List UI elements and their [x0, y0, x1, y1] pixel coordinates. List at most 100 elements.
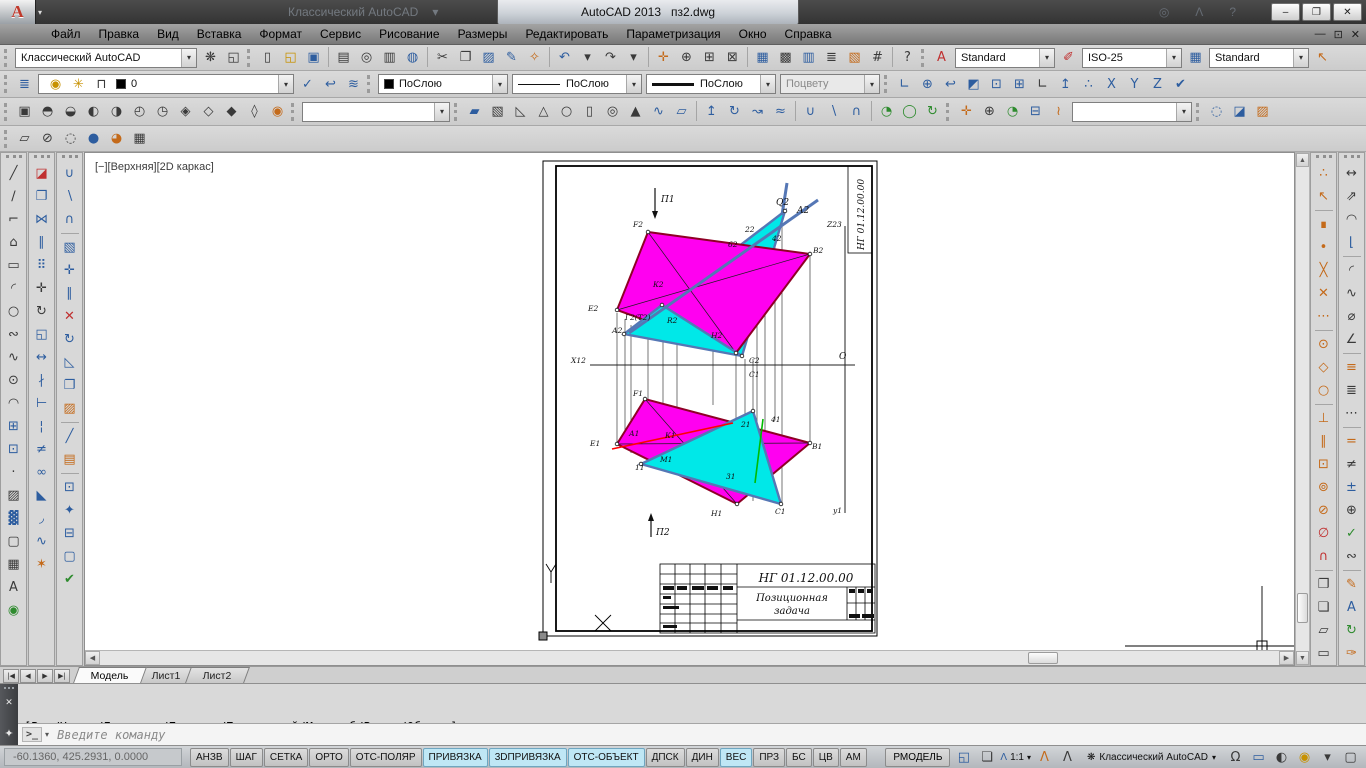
- clean-button[interactable]: ✦: [59, 499, 81, 522]
- dim-ordinate-button[interactable]: ⌊: [1341, 231, 1363, 254]
- toggle-ves[interactable]: ВЕС: [719, 747, 753, 767]
- designcenter-button[interactable]: ▩: [774, 47, 797, 69]
- intersect-button[interactable]: ∩: [845, 101, 868, 123]
- multileader-style-button[interactable]: ↖: [1311, 47, 1334, 69]
- toggle-3dprivyazka[interactable]: 3DПРИВЯЗКА: [488, 747, 567, 767]
- insert-block-button[interactable]: ⊞: [3, 415, 25, 438]
- vs-conceptual-button[interactable]: ◕: [105, 128, 128, 150]
- visual-styles-button[interactable]: ◪: [1228, 101, 1251, 123]
- dim-linear-button[interactable]: ↔: [1341, 162, 1363, 185]
- dim-radius-button[interactable]: ◜: [1341, 259, 1363, 282]
- isolate-objects-button[interactable]: ◉: [3, 599, 25, 622]
- construction-line-button[interactable]: ∕: [3, 185, 25, 208]
- line-button[interactable]: ╱: [3, 162, 25, 185]
- layer-lock-button[interactable]: ⊓: [90, 73, 113, 95]
- separate-button[interactable]: ⊟: [59, 522, 81, 545]
- combo-caret-icon[interactable]: ▾: [760, 75, 775, 93]
- bring-above-objects-button[interactable]: ▱: [1313, 619, 1335, 642]
- move-button[interactable]: ✛: [31, 277, 53, 300]
- menu-item[interactable]: Размеры: [449, 25, 517, 43]
- toggle-shag[interactable]: ШАГ: [229, 747, 263, 767]
- fillet-button[interactable]: ◞: [31, 507, 53, 530]
- next-sheet-button[interactable]: ▶: [37, 669, 53, 683]
- dim-style-apply-button[interactable]: ✑: [1341, 642, 1363, 665]
- toolbar-grip[interactable]: [33, 155, 50, 160]
- walk-fly-button[interactable]: ≀: [1047, 101, 1070, 123]
- ellipse-arc-button[interactable]: ◠: [3, 392, 25, 415]
- viewport-controls-label[interactable]: [−][Верхняя][2D каркас]: [95, 161, 214, 173]
- minimize-button[interactable]: –: [1271, 3, 1300, 21]
- table-style-button[interactable]: ▦: [1184, 47, 1207, 69]
- dim-diameter-button[interactable]: ⌀: [1341, 305, 1363, 328]
- explode-button[interactable]: ✶: [31, 553, 53, 576]
- combo-caret-icon[interactable]: ▾: [1039, 48, 1054, 67]
- combo-caret-icon[interactable]: ▾: [1166, 48, 1181, 67]
- manage-visual-styles-button[interactable]: ▦: [128, 128, 151, 150]
- scale-button[interactable]: ◱: [31, 323, 53, 346]
- arc-button[interactable]: ◜: [3, 277, 25, 300]
- dim-continue-button[interactable]: ⋯: [1341, 402, 1363, 425]
- copy-edges-button[interactable]: ╱: [59, 425, 81, 448]
- extrude-faces-button[interactable]: ▧: [59, 236, 81, 259]
- snap-intersection-button[interactable]: ╳: [1313, 259, 1335, 282]
- combo-caret-icon[interactable]: ▾: [278, 75, 293, 93]
- toolbar-grip[interactable]: [247, 48, 252, 67]
- vs-2d-wireframe-button[interactable]: ▱: [13, 128, 36, 150]
- paste-clip-button[interactable]: ▨: [477, 47, 500, 69]
- sheet-tab[interactable]: Модель: [73, 667, 147, 683]
- snap-none-button[interactable]: ∅: [1313, 522, 1335, 545]
- vs-realistic-button[interactable]: ●: [82, 128, 105, 150]
- hatch-button[interactable]: ▨: [3, 484, 25, 507]
- horizontal-scrollbar[interactable]: ◀ ▶: [85, 650, 1294, 665]
- view-back-button[interactable]: ◷: [151, 101, 174, 123]
- zoom-realtime-button[interactable]: ⊕: [675, 47, 698, 69]
- qnew-button[interactable]: ▯: [256, 47, 279, 69]
- torus-button[interactable]: ◎: [601, 101, 624, 123]
- toolbar-grip[interactable]: [921, 48, 926, 67]
- hardware-acceleration-button[interactable]: ▭: [1247, 746, 1270, 768]
- hide-button[interactable]: ◌: [1205, 101, 1228, 123]
- toolbar-grip[interactable]: [946, 102, 951, 121]
- snap-parallel-button[interactable]: ∥: [1313, 430, 1335, 453]
- array-button[interactable]: ⠿: [31, 254, 53, 277]
- center-mark-button[interactable]: ⊕: [1341, 499, 1363, 522]
- dim-inspect-button[interactable]: ✓: [1341, 522, 1363, 545]
- region-button[interactable]: ▢: [3, 530, 25, 553]
- scroll-left-icon[interactable]: ◀: [85, 651, 100, 665]
- workspace-switching-button[interactable]: ❋ Классический AutoCAD ▾: [1081, 748, 1222, 767]
- stretch-button[interactable]: ↔: [31, 346, 53, 369]
- menu-item[interactable]: Правка: [90, 25, 149, 43]
- combo-caret-icon[interactable]: ▾: [1293, 48, 1308, 67]
- ucs-y-button[interactable]: Y: [1123, 73, 1146, 95]
- toolbar-grip[interactable]: [1343, 155, 1360, 160]
- pan-button[interactable]: ✛: [955, 101, 978, 123]
- circle-button[interactable]: ○: [3, 300, 25, 323]
- bring-to-front-button[interactable]: ❐: [1313, 573, 1335, 596]
- toolbar-grip[interactable]: [884, 75, 889, 93]
- toggle-setka[interactable]: СЕТКА: [263, 747, 309, 767]
- toolbar-grip[interactable]: [1196, 102, 1201, 121]
- solid-subtract-button[interactable]: ∖: [59, 185, 81, 208]
- edit-block-button[interactable]: ✧: [523, 47, 546, 69]
- doc-close-icon[interactable]: ✕: [1351, 28, 1360, 41]
- markup-set-manager-button[interactable]: ▧: [843, 47, 866, 69]
- wedge-button[interactable]: ◺: [509, 101, 532, 123]
- clean-screen-button[interactable]: ▢: [1339, 746, 1362, 768]
- polygon-button[interactable]: ⌂: [3, 231, 25, 254]
- plot-button[interactable]: ▤: [332, 47, 355, 69]
- union-button[interactable]: ∪: [799, 101, 822, 123]
- toggle-bs[interactable]: БС: [786, 747, 812, 767]
- command-prompt-caret-icon[interactable]: ▾: [45, 730, 49, 739]
- vs-hidden-button[interactable]: ◌: [59, 128, 82, 150]
- pyramid-button[interactable]: ▲: [624, 101, 647, 123]
- model-paper-toggle[interactable]: РМОДЕЛЬ: [885, 747, 951, 767]
- zoom-button[interactable]: ⊕: [978, 101, 1001, 123]
- menu-item[interactable]: Вставка: [188, 25, 251, 43]
- vs-wireframe-button[interactable]: ⊘: [36, 128, 59, 150]
- scroll-right-icon[interactable]: ▶: [1279, 651, 1294, 665]
- free-orbit-button[interactable]: ◯: [898, 101, 921, 123]
- revolve-button[interactable]: ↻: [723, 101, 746, 123]
- blend-curves-button[interactable]: ∿: [31, 530, 53, 553]
- menu-item[interactable]: Редактировать: [516, 25, 617, 43]
- planar-surface-button[interactable]: ▱: [670, 101, 693, 123]
